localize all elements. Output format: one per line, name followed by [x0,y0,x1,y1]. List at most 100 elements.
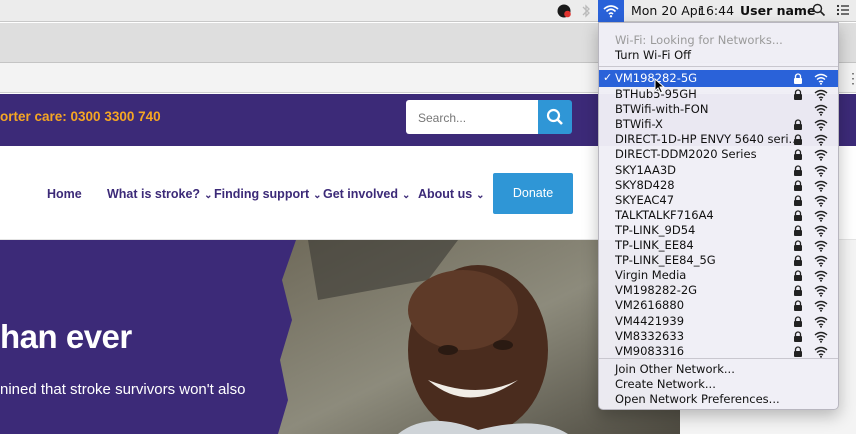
network-name: DIRECT-DDM2020 Series [615,147,757,162]
network-item[interactable]: VM9083316 [615,344,839,359]
hero-subtitle: nined that stroke survivors won't also [0,381,246,398]
hero-title: han ever [0,318,132,355]
wifi-signal-icon [814,73,828,85]
lock-icon [794,119,802,131]
wifi-signal-icon [814,89,828,101]
lock-icon [794,300,802,312]
menu-separator [599,358,838,359]
wifi-signal-icon [814,225,828,237]
chevron-down-icon: ⌄ [476,190,485,201]
site-search-button[interactable] [538,100,572,134]
wifi-signal-icon [814,255,828,267]
menu-bar: Mon 20 Apr 16:44 User name [0,0,856,22]
wifi-signal-icon [814,180,828,192]
nav-finding-support[interactable]: Finding support ⌄ [214,187,322,201]
wifi-dropdown-menu: Wi-Fi: Looking for Networks... Turn Wi-F… [598,22,839,410]
network-item[interactable]: VM4421939 [615,314,839,329]
notification-center-icon[interactable] [836,3,852,19]
network-item[interactable]: TALKTALKF716A4 [615,208,839,223]
site-search-input[interactable]: Search... [406,100,538,134]
network-item[interactable]: DIRECT-DDM2020 Series [615,147,839,162]
network-name: TP-LINK_EE84 [615,238,694,252]
nav-what-is-stroke[interactable]: What is stroke? ⌄ [107,187,212,201]
network-item[interactable]: BTWifi-X [615,117,839,132]
turn-wifi-off-item[interactable]: Turn Wi-Fi Off [615,48,691,63]
network-item[interactable]: DIRECT-1D-HP ENVY 5640 seri... [615,132,839,147]
network-item[interactable]: BTWifi-with-FON [615,102,839,117]
lock-icon [794,346,802,357]
network-item[interactable]: VM8332633 [615,329,839,344]
network-name: VM4421939 [615,313,685,328]
wifi-signal-icon [814,331,828,343]
lock-icon [794,179,802,191]
wifi-signal-icon [814,165,828,177]
network-name: TALKTALKF716A4 [615,207,714,222]
join-other-network-item[interactable]: Join Other Network... [615,362,735,377]
spotlight-search-icon[interactable] [812,3,828,19]
network-item[interactable]: BTHub5-95GH [615,87,839,102]
lock-icon [794,315,802,327]
network-name: BTWifi-X [615,117,663,132]
checkmark-icon: ✓ [603,71,613,84]
bluetooth-icon[interactable] [580,4,596,20]
menubar-date[interactable]: Mon 20 Apr [631,0,703,22]
lock-icon [794,285,802,297]
network-name: TP-LINK_EE84_5G [615,253,716,268]
network-item-connected-row[interactable]: VM198282-5G [615,71,839,86]
network-name: VM9083316 [615,343,685,358]
lock-icon [794,330,802,342]
network-name: VM8332633 [615,328,685,343]
network-item[interactable]: TP-LINK_9D54 [615,223,839,238]
creative-cloud-icon[interactable] [556,3,572,19]
nav-about-us[interactable]: About us ⌄ [418,187,485,201]
network-name: VM198282-5G [615,71,698,85]
network-item[interactable]: TP-LINK_EE84 [615,238,839,253]
network-name: SKY8D428 [615,177,675,192]
chevron-down-icon: ⌄ [402,190,411,201]
network-item[interactable]: VM198282-2G [615,283,839,298]
menu-separator [599,66,838,67]
nav-about-us-label: About us [418,187,473,201]
nav-finding-support-label: Finding support [214,187,310,201]
wifi-signal-icon [814,135,828,147]
lock-icon [794,270,802,282]
wifi-signal-icon [814,270,828,282]
wifi-status: Wi-Fi: Looking for Networks... [615,33,783,47]
network-name: VM2616880 [615,298,685,313]
nav-home[interactable]: Home [47,187,82,201]
chevron-down-icon: ⌄ [313,190,322,201]
network-item[interactable]: Virgin Media [615,268,839,283]
network-name: TP-LINK_9D54 [615,222,696,237]
lock-icon [794,164,802,176]
menubar-time[interactable]: 16:44 [698,0,734,22]
donate-button[interactable]: Donate [493,173,573,214]
wifi-signal-icon [814,346,828,358]
network-item[interactable]: SKYEAC47 [615,193,839,208]
lock-icon [794,149,802,161]
menubar-user[interactable]: User name [740,0,815,22]
wifi-signal-icon [814,316,828,328]
nav-what-is-stroke-label: What is stroke? [107,187,201,201]
network-item[interactable]: SKY1AA3D [615,163,839,178]
network-item[interactable]: SKY8D428 [615,178,839,193]
wifi-signal-icon [814,286,828,298]
chevron-down-icon: ⌄ [204,190,213,201]
lock-icon [794,89,802,100]
wifi-signal-icon [814,104,828,116]
supporter-care-line[interactable]: orter care: 0300 3300 740 [0,109,161,124]
open-network-preferences-item[interactable]: Open Network Preferences... [615,392,780,407]
wifi-menu-extra[interactable] [598,0,624,22]
browser-menu-icon[interactable]: ⋮ [846,70,856,87]
network-name: BTHub5-95GH [615,87,697,101]
nav-get-involved[interactable]: Get involved ⌄ [323,187,410,201]
wifi-signal-icon [814,240,828,252]
create-network-item[interactable]: Create Network... [615,377,716,392]
lock-icon [794,210,802,221]
lock-icon [794,255,802,267]
lock-icon [794,225,802,236]
network-name: SKYEAC47 [615,192,675,207]
network-item[interactable]: VM2616880 [615,298,839,313]
lock-icon [794,134,802,146]
nav-get-involved-label: Get involved [323,187,399,201]
network-item[interactable]: TP-LINK_EE84_5G [615,253,839,268]
